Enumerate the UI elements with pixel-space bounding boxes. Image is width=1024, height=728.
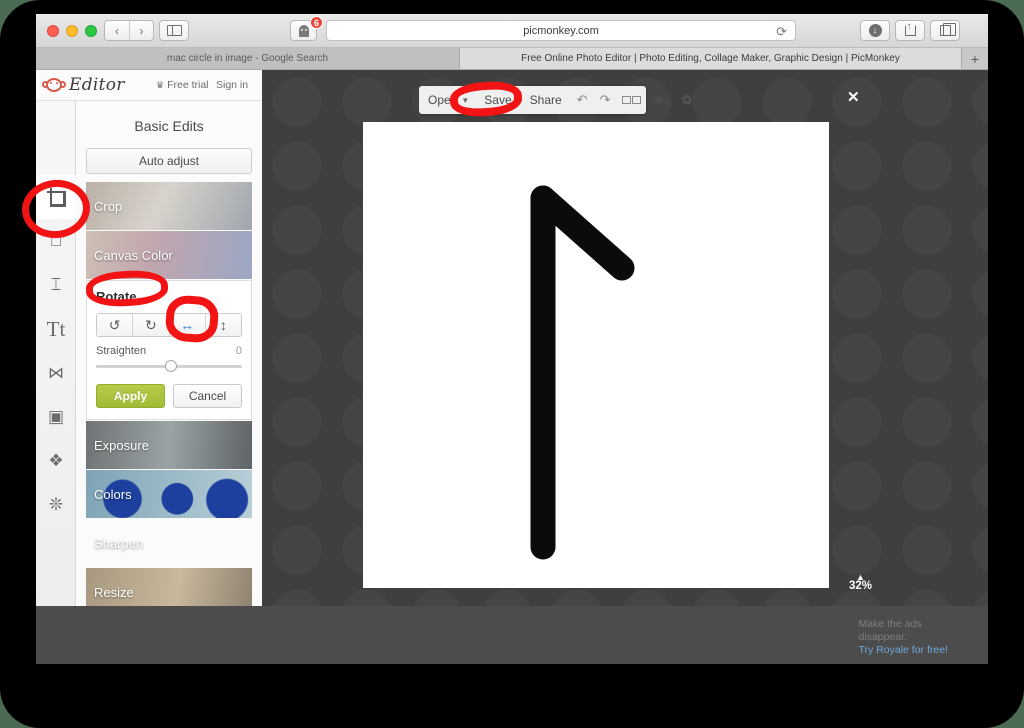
share-button[interactable]: Share: [521, 93, 571, 107]
list-item-label: Exposure: [94, 437, 149, 453]
reload-icon[interactable]: ⟳: [776, 24, 787, 40]
tab-bar: mac circle in image - Google Search Free…: [36, 48, 988, 70]
browser-toolbar: ‹ › 6 picmonkey.com ⟳ ↓: [36, 14, 988, 48]
undo-icon[interactable]: ↶: [571, 92, 594, 108]
rotate-actions: Apply Cancel: [96, 384, 242, 408]
straighten-label: Straighten: [96, 345, 147, 357]
show-all-tabs-icon[interactable]: [930, 20, 960, 41]
rotate-ccw-icon: ↺: [108, 316, 121, 333]
sign-in-link[interactable]: Sign in: [216, 79, 248, 91]
butterfly-icon: ⋈: [48, 365, 64, 382]
snowflake-icon: ❊: [48, 495, 64, 514]
zoom-percent: 32%: [849, 580, 873, 592]
address-bar[interactable]: picmonkey.com ⟳: [326, 20, 796, 41]
gear-icon[interactable]: ✿: [676, 92, 699, 108]
textures-tool[interactable]: ❖: [36, 439, 76, 483]
canvas-area: Open ▼ Save Share ↶ ↷ ≋↓ ✿ ✕ ▲ 32%: [262, 70, 988, 606]
back-icon[interactable]: ‹: [105, 21, 129, 40]
rotate-left-button[interactable]: ↺: [97, 314, 133, 336]
page-title: Basic Edits: [134, 118, 204, 134]
navigation-buttons: ‹ ›: [104, 20, 154, 41]
seasonal-tool[interactable]: ❊: [36, 483, 76, 527]
black-angle-stroke: [530, 185, 635, 560]
picmonkey-logo[interactable]: Editor: [42, 75, 125, 95]
picmonkey-monkey-icon: [42, 77, 66, 93]
auto-adjust-button[interactable]: Auto adjust: [86, 148, 252, 174]
zoom-indicator[interactable]: ▲ 32%: [849, 573, 873, 593]
try-royale-link[interactable]: Try Royale for free!: [859, 644, 948, 657]
image-canvas[interactable]: [363, 122, 829, 588]
tab-google-search[interactable]: mac circle in image - Google Search: [36, 48, 460, 69]
basic-edits-panel: Basic Edits Auto adjust Crop Canvas Colo…: [76, 101, 262, 664]
list-item-crop[interactable]: Crop: [86, 182, 252, 230]
rotate-right-button[interactable]: ↻: [132, 314, 169, 336]
compare-images-icon[interactable]: [616, 96, 647, 104]
overlays-tool[interactable]: ⋈: [36, 351, 76, 395]
ad-message: Make the ads disappear. Try Royale for f…: [859, 618, 948, 657]
straighten-value: 0: [235, 345, 242, 357]
free-trial-link[interactable]: ♛ Free trial: [156, 79, 209, 91]
download-icon[interactable]: ↓: [860, 20, 890, 41]
new-tab-button[interactable]: +: [962, 48, 988, 69]
ad-line-2: disappear.: [858, 631, 907, 643]
slider-knob[interactable]: [164, 360, 177, 372]
texture-icon: ❖: [48, 451, 64, 470]
text-tool[interactable]: Tt: [36, 307, 76, 351]
editor-wordmark: Editor: [69, 75, 125, 95]
forward-icon[interactable]: ›: [129, 21, 153, 40]
list-item-colors[interactable]: Colors: [86, 470, 252, 518]
device-bezel: ‹ › 6 picmonkey.com ⟳ ↓ mac circle in im…: [0, 0, 1024, 728]
apply-button[interactable]: Apply: [96, 384, 165, 408]
frames-tool[interactable]: ▣: [36, 395, 76, 439]
rotate-cw-icon: ↻: [145, 316, 157, 333]
list-item-exposure[interactable]: Exposure: [86, 421, 252, 469]
straighten-slider[interactable]: [96, 359, 242, 373]
sidebar-icon[interactable]: [159, 20, 189, 41]
list-item-label: Colors: [94, 486, 132, 502]
text-icon: Tt: [46, 316, 66, 341]
straighten-row: Straighten 0: [96, 345, 242, 357]
ad-line-1: Make the ads: [858, 618, 922, 630]
annotation-circle-flip-horizontal: [164, 294, 220, 344]
close-icon[interactable]: ✕: [847, 88, 860, 106]
page-content: Editor ♛ Free trial Sign in ✦⃰ ⌶ Tt ⋈ ▣ …: [36, 70, 988, 664]
list-item-label: Sharpen: [94, 535, 144, 551]
close-window-button[interactable]: [47, 25, 59, 37]
crown-icon: ♛: [156, 79, 165, 90]
retouch-tool[interactable]: ⌶: [36, 263, 76, 307]
share-icon[interactable]: [895, 20, 925, 41]
list-item-label: Crop: [94, 198, 123, 214]
cancel-button[interactable]: Cancel: [173, 384, 242, 408]
shield-badge: 6: [310, 16, 323, 29]
list-item-sharpen[interactable]: Sharpen: [86, 519, 252, 567]
flip-vertical-icon: ↕: [219, 317, 227, 333]
list-item-label: Resize: [94, 584, 134, 600]
url-text: picmonkey.com: [523, 24, 599, 37]
layers-down-icon[interactable]: ≋↓: [647, 93, 675, 107]
redo-icon[interactable]: ↷: [594, 92, 617, 108]
tab-picmonkey[interactable]: Free Online Photo Editor | Photo Editing…: [460, 48, 962, 69]
minimize-window-button[interactable]: [66, 25, 78, 37]
free-trial-label: Free trial: [167, 79, 209, 91]
frame-icon: ▣: [47, 407, 65, 426]
maximize-window-button[interactable]: [85, 25, 97, 37]
list-item-label: Canvas Color: [94, 247, 173, 263]
picmonkey-header: Editor ♛ Free trial Sign in: [36, 70, 262, 101]
ad-strip: Make the ads disappear. Try Royale for f…: [36, 606, 988, 664]
lipstick-icon: ⌶: [50, 275, 62, 294]
